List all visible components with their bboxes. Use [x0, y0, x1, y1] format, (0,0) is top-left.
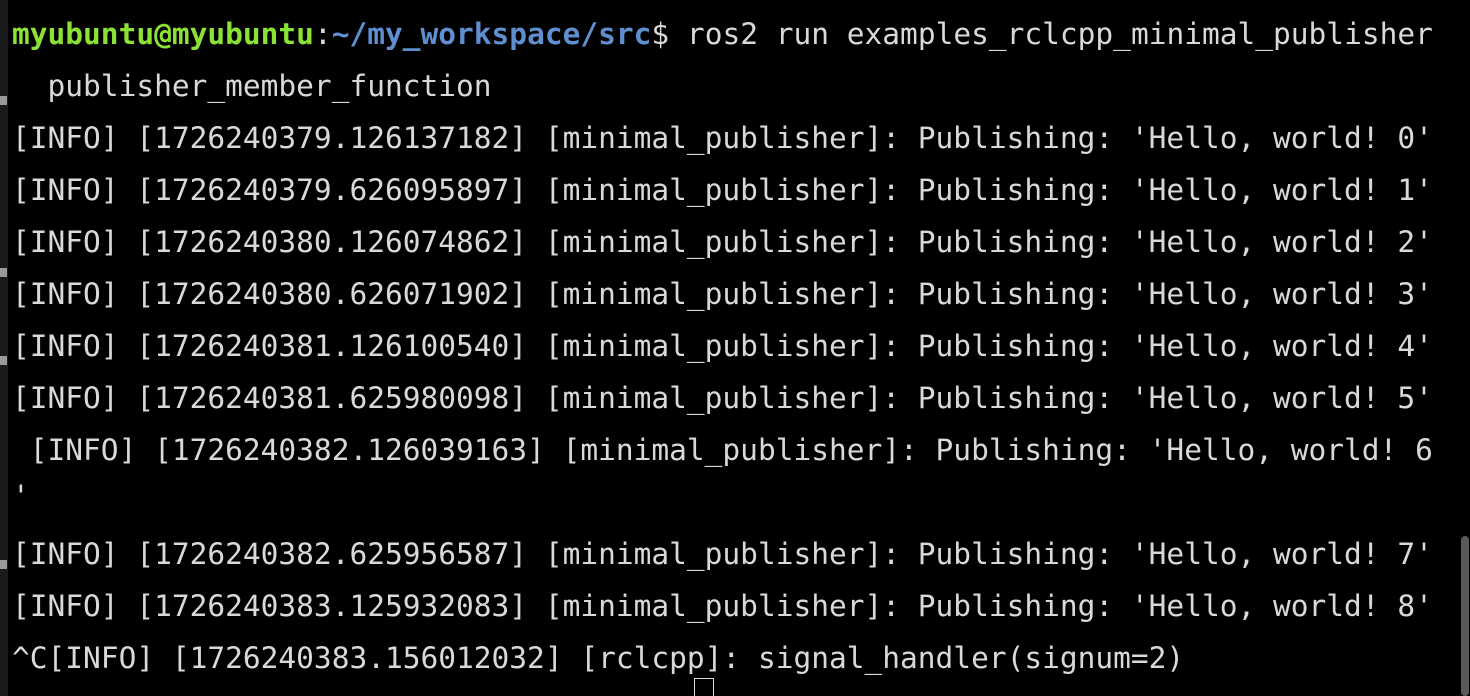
- command-text: ros2 run examples_rclcpp_minimal_publish…: [669, 17, 1433, 51]
- edge-artifact: [0, 356, 7, 365]
- prompt-dollar: $: [651, 17, 670, 51]
- log-line: [INFO] [1726240381.126100540] [minimal_p…: [12, 329, 1433, 363]
- edge-artifact: [0, 268, 7, 277]
- left-window-edge: [0, 0, 8, 696]
- text-cursor: [694, 678, 714, 696]
- log-line: [INFO] [1726240382.126039163] [minimal_p…: [12, 433, 1433, 467]
- edge-artifact: [0, 96, 7, 105]
- scrollbar[interactable]: [1460, 0, 1470, 696]
- prompt-path: ~/my_workspace/src: [331, 17, 652, 51]
- prompt-colon: :: [313, 17, 332, 51]
- log-line: [INFO] [1726240379.626095897] [minimal_p…: [12, 173, 1433, 207]
- log-line: [INFO] [1726240382.625956587] [minimal_p…: [12, 537, 1433, 571]
- terminal-window[interactable]: myubuntu@myubuntu:~/my_workspace/src$ ro…: [0, 0, 1470, 696]
- signal-handler-line: ^C[INFO] [1726240383.156012032] [rclcpp]…: [12, 641, 1185, 675]
- log-line: [INFO] [1726240381.625980098] [minimal_p…: [12, 381, 1433, 415]
- edge-artifact: [0, 560, 7, 569]
- log-line: [INFO] [1726240380.626071902] [minimal_p…: [12, 277, 1433, 311]
- log-line-wrap: ': [12, 479, 30, 513]
- log-line: [INFO] [1726240380.126074862] [minimal_p…: [12, 225, 1433, 259]
- log-line: [INFO] [1726240383.125932083] [minimal_p…: [12, 589, 1433, 623]
- log-line: [INFO] [1726240379.126137182] [minimal_p…: [12, 121, 1433, 155]
- prompt-user-host: myubuntu@myubuntu: [12, 17, 314, 51]
- command-wrap-line: publisher_member_function: [12, 69, 492, 103]
- prompt-line: myubuntu@myubuntu:~/my_workspace/src$ ro…: [12, 8, 1433, 60]
- scrollbar-thumb[interactable]: [1461, 536, 1469, 696]
